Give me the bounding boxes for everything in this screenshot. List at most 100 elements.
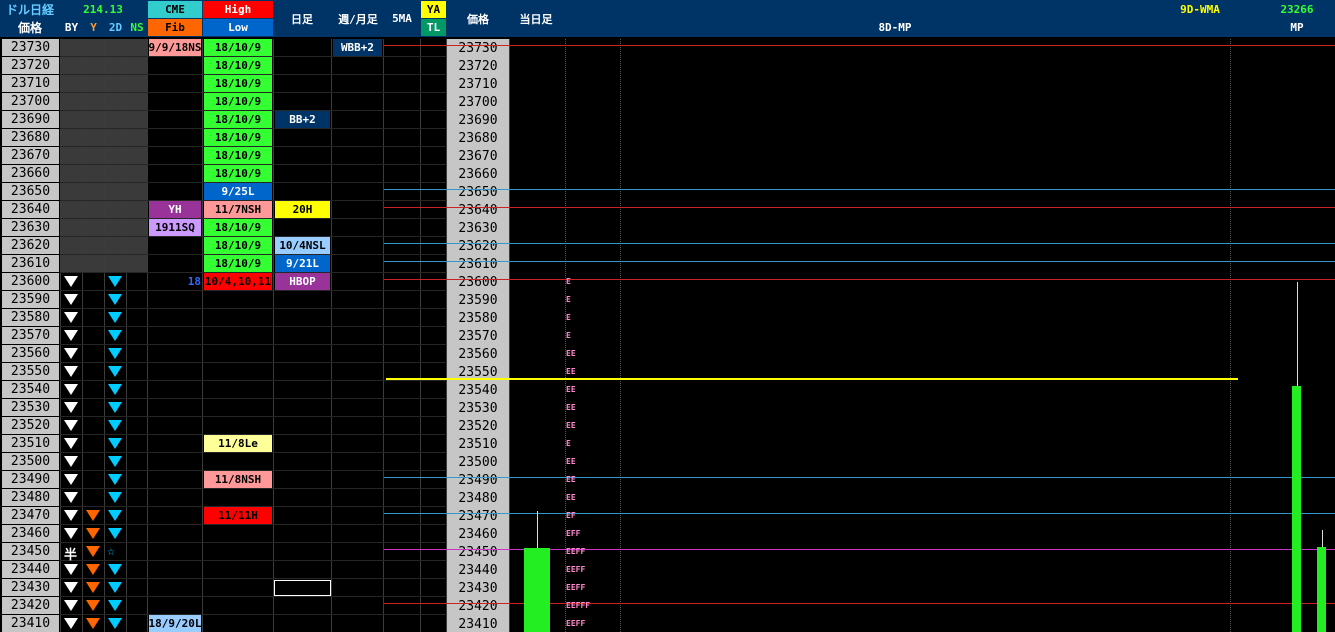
header-wma[interactable]: 9D-WMA <box>1140 1 1260 18</box>
twod-down-triangle-icon[interactable] <box>108 510 122 521</box>
price-cell[interactable]: 23450 <box>2 543 59 560</box>
header-wma-value[interactable]: 23266 <box>1262 1 1332 18</box>
level-tag-daily[interactable]: HBOP <box>275 273 330 290</box>
by-down-triangle-icon[interactable] <box>64 312 78 323</box>
by-down-triangle-icon[interactable] <box>64 474 78 485</box>
price-cell-right[interactable]: 23560 <box>447 345 509 363</box>
header-twod[interactable]: 2D <box>105 19 126 36</box>
by-down-triangle-icon[interactable] <box>64 330 78 341</box>
header-cme[interactable]: CME <box>148 1 202 18</box>
header-weekly-monthly[interactable]: 週/月足 <box>332 10 384 27</box>
price-cell-right[interactable]: 23650 <box>447 183 509 201</box>
price-cell[interactable]: 23500 <box>2 453 59 470</box>
level-tag-daily[interactable]: 20H <box>275 201 330 218</box>
level-tag-hl[interactable]: 11/8Le <box>204 435 272 452</box>
price-cell[interactable]: 23410 <box>2 615 59 632</box>
price-cell-right[interactable]: 23640 <box>447 201 509 219</box>
price-cell-right[interactable]: 23660 <box>447 165 509 183</box>
price-cell[interactable]: 23570 <box>2 327 59 344</box>
header-mp8d[interactable]: 8D-MP <box>620 19 1170 36</box>
level-tag-hl[interactable]: 10/4,10,11 <box>204 273 272 290</box>
price-cell[interactable]: 23430 <box>2 579 59 596</box>
y-down-triangle-icon[interactable] <box>86 582 100 593</box>
y-down-triangle-icon[interactable] <box>86 564 100 575</box>
header-high[interactable]: High <box>203 1 273 18</box>
twod-star-icon[interactable]: ☆ <box>107 544 115 559</box>
y-down-triangle-icon[interactable] <box>86 546 100 557</box>
twod-down-triangle-icon[interactable] <box>108 492 122 503</box>
twod-down-triangle-icon[interactable] <box>108 564 122 575</box>
price-cell[interactable]: 23560 <box>2 345 59 362</box>
level-tag-cme[interactable]: YH <box>149 201 201 218</box>
price-cell[interactable]: 23580 <box>2 309 59 326</box>
level-tag-hl[interactable]: 18/10/9 <box>204 219 272 236</box>
level-tag-hl[interactable]: 18/10/9 <box>204 75 272 92</box>
level-tag-hl[interactable]: 18/10/9 <box>204 111 272 128</box>
by-down-triangle-icon[interactable] <box>64 510 78 521</box>
price-cell-right[interactable]: 23600 <box>447 273 509 291</box>
header-price[interactable]: 価格 <box>0 19 60 36</box>
by-down-triangle-icon[interactable] <box>64 456 78 467</box>
level-tag-cme[interactable]: 1911SQ <box>149 219 201 236</box>
price-cell-right[interactable]: 23500 <box>447 453 509 471</box>
header-ns[interactable]: NS <box>127 19 147 36</box>
header-five-ma[interactable]: 5MA <box>384 10 420 27</box>
price-cell-right[interactable]: 23680 <box>447 129 509 147</box>
header-daily[interactable]: 日足 <box>274 10 330 27</box>
selected-cell[interactable] <box>274 580 331 596</box>
price-cell[interactable]: 23690 <box>2 111 59 128</box>
price-cell-right[interactable]: 23490 <box>447 471 509 489</box>
level-tag-hl[interactable]: 11/7NSH <box>204 201 272 218</box>
by-down-triangle-icon[interactable] <box>64 402 78 413</box>
price-cell[interactable]: 23520 <box>2 417 59 434</box>
price-cell[interactable]: 23530 <box>2 399 59 416</box>
price-cell-right[interactable]: 23620 <box>447 237 509 255</box>
price-cell-right[interactable]: 23610 <box>447 255 509 273</box>
price-cell[interactable]: 23630 <box>2 219 59 236</box>
twod-down-triangle-icon[interactable] <box>108 402 122 413</box>
level-tag-hl[interactable]: 18/10/9 <box>204 129 272 146</box>
by-down-triangle-icon[interactable] <box>64 384 78 395</box>
price-cell[interactable]: 23650 <box>2 183 59 200</box>
price-cell-right[interactable]: 23700 <box>447 93 509 111</box>
level-tag-cme[interactable]: 9/9/18NS <box>149 39 201 56</box>
price-cell[interactable]: 23680 <box>2 129 59 146</box>
twod-down-triangle-icon[interactable] <box>108 600 122 611</box>
by-down-triangle-icon[interactable] <box>64 420 78 431</box>
by-down-triangle-icon[interactable] <box>64 582 78 593</box>
level-tag-hl[interactable]: 18/10/9 <box>204 39 272 56</box>
price-cell[interactable]: 23620 <box>2 237 59 254</box>
price-cell[interactable]: 23540 <box>2 381 59 398</box>
price-cell[interactable]: 23640 <box>2 201 59 218</box>
y-down-triangle-icon[interactable] <box>86 600 100 611</box>
header-fib[interactable]: Fib <box>148 19 202 36</box>
price-cell[interactable]: 23490 <box>2 471 59 488</box>
header-usd-value[interactable]: 214.13 <box>61 1 145 18</box>
twod-down-triangle-icon[interactable] <box>108 456 122 467</box>
twod-down-triangle-icon[interactable] <box>108 420 122 431</box>
by-down-triangle-icon[interactable] <box>64 276 78 287</box>
level-tag-cme[interactable]: 18 <box>149 273 201 290</box>
price-cell-right[interactable]: 23720 <box>447 57 509 75</box>
level-tag-daily[interactable]: 9/21L <box>275 255 330 272</box>
price-cell[interactable]: 23700 <box>2 93 59 110</box>
twod-down-triangle-icon[interactable] <box>108 348 122 359</box>
price-cell-right[interactable]: 23670 <box>447 147 509 165</box>
price-cell-right[interactable]: 23530 <box>447 399 509 417</box>
by-down-triangle-icon[interactable] <box>64 294 78 305</box>
level-tag-hl[interactable]: 18/10/9 <box>204 165 272 182</box>
level-tag-daily[interactable]: 10/4NSL <box>275 237 330 254</box>
twod-down-triangle-icon[interactable] <box>108 384 122 395</box>
twod-down-triangle-icon[interactable] <box>108 582 122 593</box>
by-down-triangle-icon[interactable] <box>64 528 78 539</box>
level-tag-daily[interactable]: BB+2 <box>275 111 330 128</box>
price-cell-right[interactable]: 23430 <box>447 579 509 597</box>
header-tl[interactable]: TL <box>421 19 446 36</box>
twod-down-triangle-icon[interactable] <box>108 438 122 449</box>
price-cell-right[interactable]: 23630 <box>447 219 509 237</box>
by-half-marker[interactable]: 半 <box>64 544 77 563</box>
level-tag-hl[interactable]: 18/10/9 <box>204 237 272 254</box>
level-tag-hl[interactable]: 9/25L <box>204 183 272 200</box>
twod-down-triangle-icon[interactable] <box>108 312 122 323</box>
y-down-triangle-icon[interactable] <box>86 528 100 539</box>
